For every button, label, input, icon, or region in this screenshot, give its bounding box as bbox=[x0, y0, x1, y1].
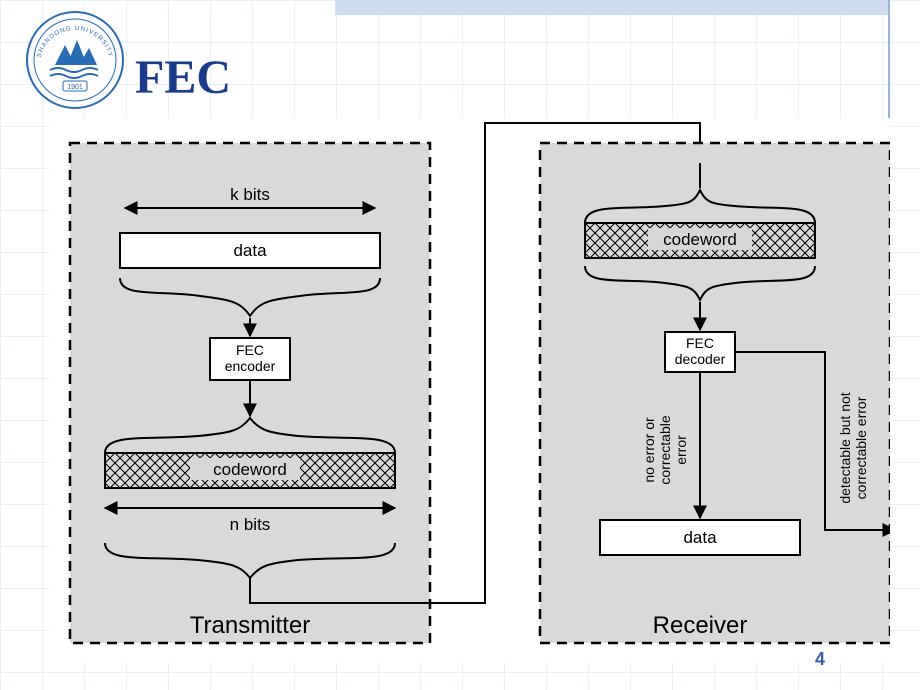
header-rule bbox=[888, 0, 890, 120]
branch-ok-line3: error bbox=[673, 435, 689, 465]
n-bits-label: n bits bbox=[230, 515, 271, 534]
page-title: FEC bbox=[135, 50, 231, 105]
rx-data-label: data bbox=[683, 528, 717, 547]
rx-codeword-label: codeword bbox=[663, 230, 737, 249]
university-logo: SHANDONG UNIVERSITY 1901 bbox=[25, 10, 125, 110]
encoder-label-1: FEC bbox=[236, 342, 264, 358]
branch-bad-line2: correctable error bbox=[853, 396, 869, 499]
page-number: 4 bbox=[815, 649, 825, 670]
k-bits-label: k bits bbox=[230, 185, 270, 204]
branch-ok-line1: no error or bbox=[641, 417, 657, 483]
decoder-label-1: FEC bbox=[686, 335, 714, 351]
fec-diagram: Transmitter k bits data FEC encoder code… bbox=[50, 118, 890, 663]
receiver-panel: Receiver codeword FEC decoder no error o… bbox=[540, 143, 890, 643]
transmitter-title: Transmitter bbox=[190, 612, 310, 639]
decoder-label-2: decoder bbox=[675, 351, 726, 367]
receiver-title: Receiver bbox=[653, 612, 748, 639]
logo-year: 1901 bbox=[67, 84, 83, 91]
branch-bad-line1: detectable but not bbox=[837, 392, 853, 503]
encoder-label-2: encoder bbox=[225, 358, 276, 374]
branch-ok-line2: correctable bbox=[657, 415, 673, 484]
tx-codeword-label: codeword bbox=[213, 460, 287, 479]
tx-data-label: data bbox=[233, 241, 267, 260]
header-band bbox=[335, 0, 890, 15]
